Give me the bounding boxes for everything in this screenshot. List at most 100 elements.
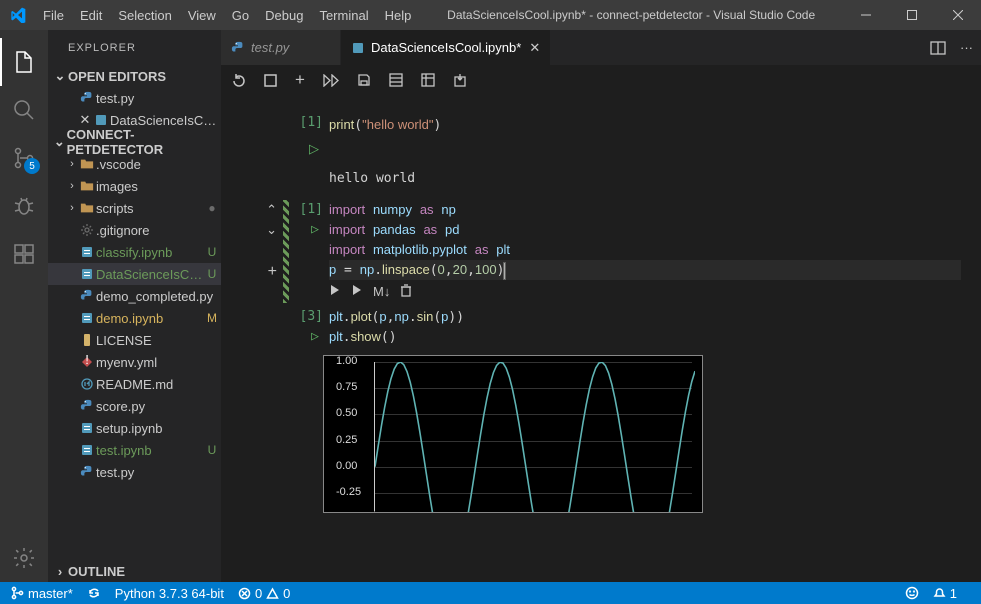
chevron-down-icon: ⌄ xyxy=(52,68,68,84)
lic-file-icon xyxy=(78,333,96,347)
cell-actions: M↓ xyxy=(329,280,961,303)
split-editor-icon[interactable] xyxy=(930,40,946,56)
file-item[interactable]: setup.ipynb xyxy=(48,417,221,439)
file-item[interactable]: classify.ipynbU xyxy=(48,241,221,263)
file-item[interactable]: ›scripts● xyxy=(48,197,221,219)
file-item[interactable]: LICENSE xyxy=(48,329,221,351)
close-button[interactable] xyxy=(935,0,981,30)
file-label: test.ipynb xyxy=(96,443,203,458)
play-icon[interactable]: ▷ xyxy=(289,220,329,240)
y-tick-label: 0.25 xyxy=(336,434,357,446)
file-item[interactable]: ›images xyxy=(48,175,221,197)
file-item[interactable]: demo.ipynbM xyxy=(48,307,221,329)
activity-source-control[interactable]: 5 xyxy=(0,134,48,182)
delete-cell-icon[interactable] xyxy=(400,284,412,299)
export-icon[interactable] xyxy=(453,73,467,87)
outline-header[interactable]: › OUTLINE xyxy=(48,560,221,582)
file-label: score.py xyxy=(96,399,221,414)
file-item[interactable]: ! myenv.yml xyxy=(48,351,221,373)
menu-file[interactable]: File xyxy=(35,0,72,30)
add-cell-below-icon[interactable]: + xyxy=(268,263,277,281)
chevron-down-icon: ⌄ xyxy=(52,134,67,150)
close-icon[interactable]: ✕ xyxy=(529,40,540,56)
tab-label: DataScienceIsCool.ipynb* xyxy=(371,40,521,55)
run-all-icon[interactable] xyxy=(323,74,339,87)
open-editor-item[interactable]: ✕ DataScienceIsCoo... xyxy=(48,109,221,131)
interrupt-icon[interactable] xyxy=(264,74,277,87)
file-item[interactable]: demo_completed.py xyxy=(48,285,221,307)
tab-notebook[interactable]: DataScienceIsCool.ipynb* ✕ xyxy=(341,30,551,65)
add-cell-icon[interactable]: + xyxy=(295,70,305,90)
text-cursor xyxy=(504,263,505,279)
window-controls xyxy=(843,0,981,30)
activity-settings[interactable] xyxy=(0,534,48,582)
file-label: myenv.yml xyxy=(96,355,221,370)
more-actions-icon[interactable]: ··· xyxy=(960,40,973,55)
play-icon[interactable]: ▷ xyxy=(289,139,329,157)
collapse-up-icon[interactable]: ⌃ xyxy=(266,202,277,218)
notifications[interactable]: 1 xyxy=(933,586,957,601)
code-cell[interactable]: [1] print("hello world") xyxy=(221,115,981,135)
close-icon[interactable]: ✕ xyxy=(78,112,92,128)
feedback-icon[interactable] xyxy=(905,586,919,600)
problems[interactable]: 0 0 xyxy=(238,586,290,601)
file-label: scripts xyxy=(96,201,203,216)
variables-icon[interactable] xyxy=(421,73,435,87)
file-label: classify.ipynb xyxy=(96,245,203,260)
cells-icon[interactable] xyxy=(389,73,403,87)
markdown-toggle[interactable]: M↓ xyxy=(373,284,390,299)
git-branch[interactable]: master* xyxy=(10,586,73,601)
notification-count: 1 xyxy=(950,586,957,601)
tab-testpy[interactable]: test.py xyxy=(221,30,341,65)
chevron-right-icon: › xyxy=(66,180,78,192)
code-cell[interactable]: ⌃ ⌄ + [1] ▷ import numpy as np import pa… xyxy=(221,200,981,303)
md-file-icon xyxy=(78,377,96,391)
titlebar: File Edit Selection View Go Debug Termin… xyxy=(0,0,981,30)
file-label: DataScienceIsCo... xyxy=(96,267,203,282)
collapse-down-icon[interactable]: ⌄ xyxy=(266,222,277,238)
menu-terminal[interactable]: Terminal xyxy=(311,0,376,30)
save-icon[interactable] xyxy=(357,73,371,87)
menu-go[interactable]: Go xyxy=(224,0,257,30)
restart-kernel-icon[interactable] xyxy=(231,73,246,88)
yml-file-icon: ! xyxy=(78,355,96,369)
file-item[interactable]: .gitignore xyxy=(48,219,221,241)
sync-button[interactable] xyxy=(87,586,101,600)
run-above-icon[interactable] xyxy=(351,284,363,299)
menu-debug[interactable]: Debug xyxy=(257,0,311,30)
minimize-button[interactable] xyxy=(843,0,889,30)
cell-output: hello world xyxy=(221,161,981,196)
play-icon[interactable]: ▷ xyxy=(289,327,329,347)
menu-view[interactable]: View xyxy=(180,0,224,30)
file-item[interactable]: DataScienceIsCo...U xyxy=(48,263,221,285)
git-status: U xyxy=(203,267,221,281)
menu-selection[interactable]: Selection xyxy=(110,0,179,30)
open-editor-item[interactable]: test.py xyxy=(48,87,221,109)
file-item[interactable]: README.md xyxy=(48,373,221,395)
git-status: M xyxy=(203,311,221,325)
workspace-header[interactable]: ⌄ CONNECT-PETDETECTOR xyxy=(48,131,221,153)
activity-extensions[interactable] xyxy=(0,230,48,278)
activity-explorer[interactable] xyxy=(0,38,48,86)
statusbar: master* Python 3.7.3 64-bit 0 0 1 xyxy=(0,582,981,604)
svg-text:!: ! xyxy=(85,355,89,367)
maximize-button[interactable] xyxy=(889,0,935,30)
file-item[interactable]: ›.vscode xyxy=(48,153,221,175)
warning-count: 0 xyxy=(283,586,290,601)
run-cell-icon[interactable] xyxy=(329,284,341,299)
run-cell-button[interactable]: ▷ xyxy=(221,139,981,157)
code-cell[interactable]: [3] ▷ plt.plot(p,np.sin(p)) plt.show() xyxy=(221,307,981,347)
file-item[interactable]: test.ipynbU xyxy=(48,439,221,461)
file-item[interactable]: score.py xyxy=(48,395,221,417)
python-interpreter[interactable]: Python 3.7.3 64-bit xyxy=(115,586,224,601)
file-item[interactable]: test.py xyxy=(48,461,221,483)
activity-debug[interactable] xyxy=(0,182,48,230)
activity-search[interactable] xyxy=(0,86,48,134)
open-editors-header[interactable]: ⌄ OPEN EDITORS xyxy=(48,65,221,87)
nb-file-icon xyxy=(78,311,96,325)
chevron-right-icon: › xyxy=(52,564,68,579)
menu-help[interactable]: Help xyxy=(377,0,420,30)
notebook[interactable]: [1] print("hello world") ▷ hello world ⌃… xyxy=(221,95,981,582)
cell-prompt: [1] xyxy=(289,200,329,220)
menu-edit[interactable]: Edit xyxy=(72,0,110,30)
